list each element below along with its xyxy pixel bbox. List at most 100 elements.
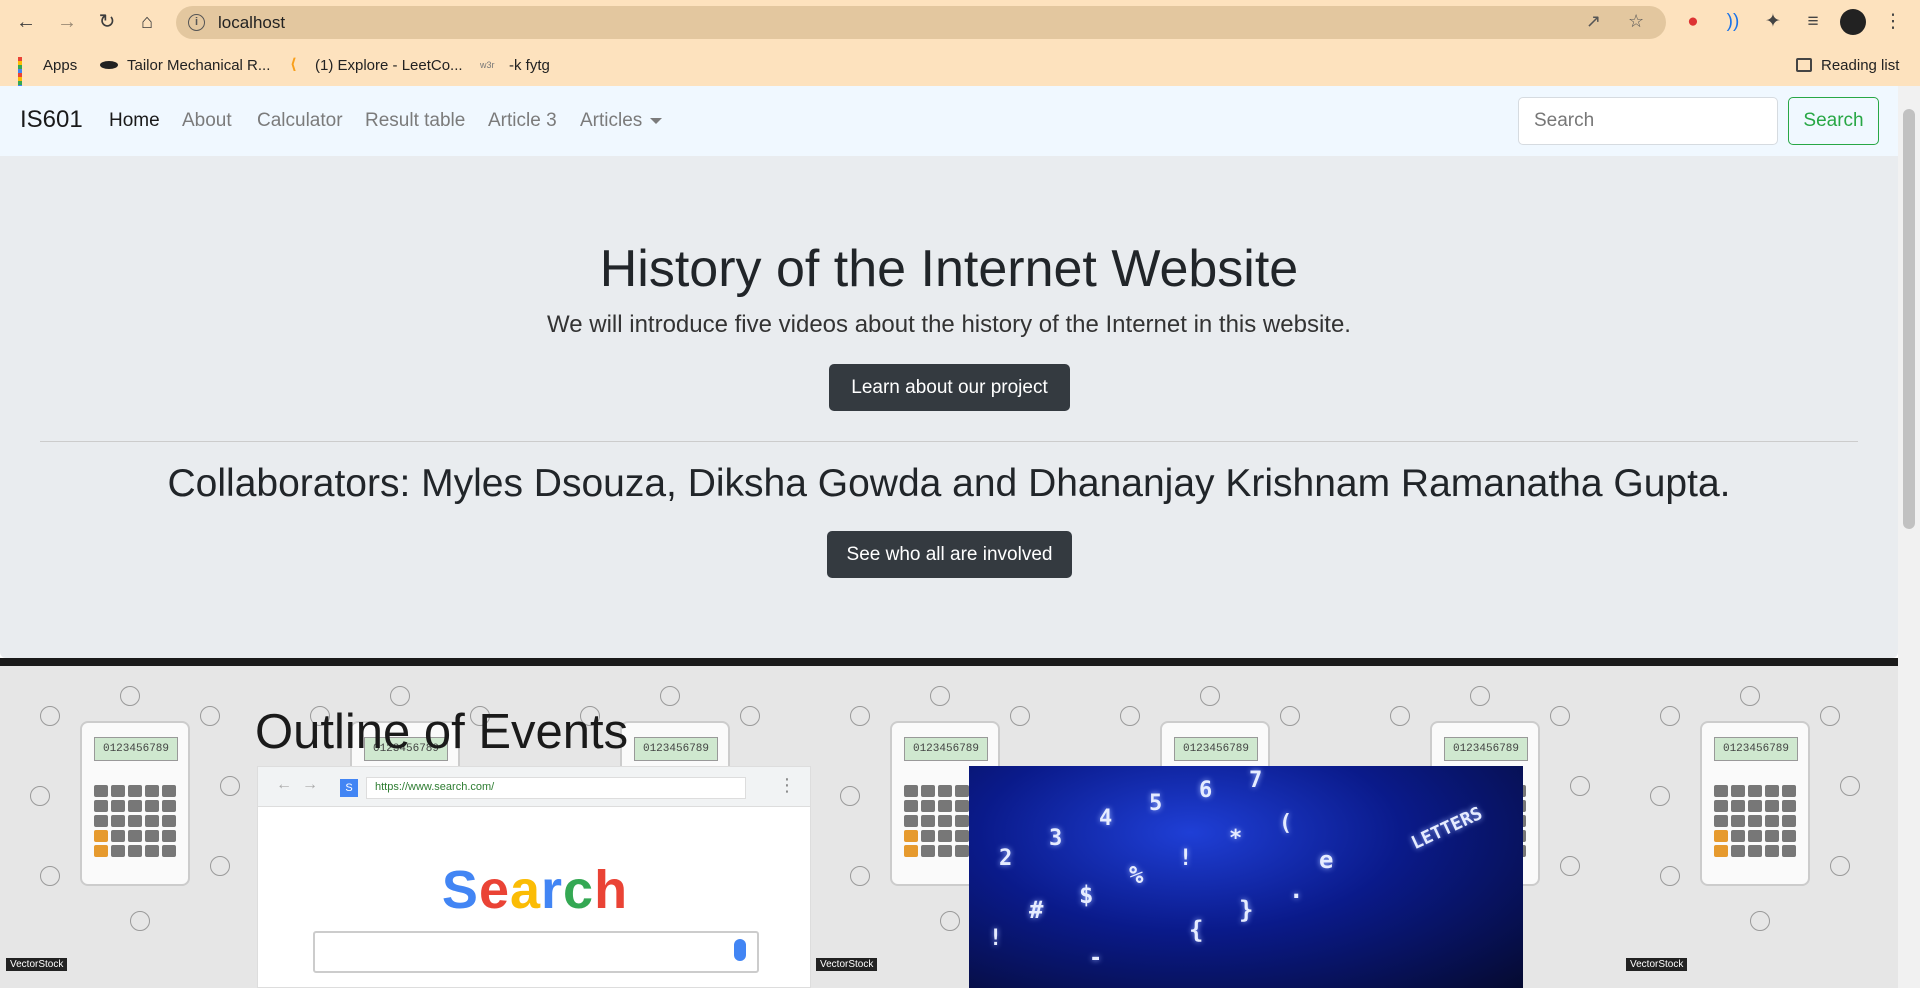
calculator-pattern-tile: 0123456789 VectorStock [0,666,270,971]
nav-link-about[interactable]: About [182,110,232,132]
jumbotron: History of the Internet Website We will … [0,156,1898,658]
search-logo-letter: e [478,860,510,920]
lead-text: We will introduce five videos about the … [547,311,1351,338]
watermark-text: VectorStock [1626,958,1688,971]
reload-icon[interactable]: ↻ [93,8,121,36]
doodle-icon [1470,686,1490,706]
calculator-display: 0123456789 [1444,737,1528,761]
search-input[interactable] [1518,97,1778,145]
nav-dropdown-label: Articles [580,110,643,131]
mock-site-icon: S [340,779,358,797]
navbar: IS601 Home About Calculator Result table… [0,86,1898,156]
search-logo-letter: S [441,860,479,920]
browser-toolbar: ← → ↻ ⌂ i localhost ↗ ☆ ● )) ✦ ≡ ⋮ [0,0,1920,44]
calculator-display: 0123456789 [1174,737,1258,761]
bookmark-w3r[interactable]: w3r -k fytg [480,53,550,77]
doodle-icon [1280,706,1300,726]
search-button[interactable]: Search [1788,97,1879,145]
menu-kebab-icon[interactable]: ⋮ [1880,9,1906,35]
doodle-icon [30,786,50,806]
site-info-icon[interactable]: i [188,14,205,31]
page-scrollbar[interactable] [1898,86,1920,988]
bookmark-leetcode[interactable]: ⟨ (1) Explore - LeetCo... [290,53,463,77]
doodle-icon [1740,686,1760,706]
back-icon[interactable]: ← [12,8,40,36]
scrollbar-thumb[interactable] [1903,109,1915,529]
keyboard-image: 2 3 4 5 6 7 # $ % ! * ( ! - { } . e LETT… [969,766,1523,988]
search-logo-letter: r [541,860,564,920]
address-url[interactable]: localhost [218,13,285,33]
doodle-icon [1750,911,1770,931]
forward-icon[interactable]: → [53,8,81,36]
search-engine-image: ← → S https://www.search.com/ ⋮ Search [257,766,811,988]
doodle-icon [1200,686,1220,706]
watermark-text: VectorStock [6,958,68,971]
nav-link-article-3[interactable]: Article 3 [488,110,557,132]
leetcode-icon: ⟨ [290,56,297,73]
calculator-display: 0123456789 [634,737,718,761]
mock-forward-icon: → [302,776,318,793]
doodle-icon [40,706,60,726]
browser-mock-bar: ← → S https://www.search.com/ ⋮ [258,767,810,807]
extension-read-aloud-icon[interactable]: )) [1720,9,1746,35]
doodle-icon [740,706,760,726]
bookmark-label: -k fytg [509,56,550,74]
doodle-icon [1570,776,1590,796]
nav-link-result-table[interactable]: Result table [365,110,465,132]
mock-menu-icon: ⋮ [778,775,796,795]
media-queue-icon[interactable]: ≡ [1800,9,1826,35]
bookmark-tailor[interactable]: Tailor Mechanical R... [100,53,270,77]
calculator-display: 0123456789 [1714,737,1798,761]
calculator-keys [1714,785,1798,857]
w3r-icon: w3r [480,60,495,70]
bookmark-label: Tailor Mechanical R... [127,56,271,74]
browser-chrome: ← → ↻ ⌂ i localhost ↗ ☆ ● )) ✦ ≡ ⋮ Apps … [0,0,1920,93]
doodle-icon [210,856,230,876]
doodle-icon [1560,856,1580,876]
calculator-display: 0123456789 [904,737,988,761]
watermark-text: VectorStock [816,958,878,971]
extension-santa-icon[interactable]: ● [1680,9,1706,35]
doodle-icon [220,776,240,796]
see-involved-button[interactable]: See who all are involved [827,531,1072,578]
nav-link-calculator[interactable]: Calculator [257,110,343,132]
doodle-icon [1660,706,1680,726]
doodle-icon [660,686,680,706]
tailor-logo-icon [100,61,118,69]
calculator-keys [94,785,178,857]
mock-url: https://www.search.com/ [366,777,746,799]
doodle-icon [1650,786,1670,806]
bookmark-star-icon[interactable]: ☆ [1628,11,1644,32]
calculator-pattern-tile: 0123456789 VectorStock [1620,666,1890,971]
mock-back-icon: ← [276,776,292,793]
background-top-stripe [0,658,1898,666]
bookmark-label: Apps [43,56,78,74]
divider [40,441,1858,442]
share-icon[interactable]: ↗ [1586,11,1601,32]
doodle-icon [840,786,860,806]
bookmark-label: (1) Explore - LeetCo... [315,56,463,74]
navbar-brand[interactable]: IS601 [20,106,83,134]
reading-list-icon [1796,58,1812,72]
learn-project-button[interactable]: Learn about our project [829,364,1070,411]
doodle-icon [930,686,950,706]
doodle-icon [1390,706,1410,726]
nav-dropdown-articles[interactable]: Articles [580,110,663,132]
web-page: IS601 Home About Calculator Result table… [0,86,1920,988]
profile-avatar[interactable] [1840,9,1866,35]
extensions-puzzle-icon[interactable]: ✦ [1760,9,1786,35]
reading-list-label: Reading list [1821,56,1900,74]
outline-section: 0123456789 VectorStock 0123456789 VectorSto… [0,658,1898,988]
doodle-icon [1010,706,1030,726]
doodle-icon [200,706,220,726]
address-bar[interactable]: i localhost ↗ ☆ [176,6,1666,39]
doodle-icon [1840,776,1860,796]
search-logo-letter: c [563,860,595,920]
doodle-icon [1830,856,1850,876]
search-logo-letter: a [509,860,542,920]
bookmark-apps[interactable]: Apps [18,53,78,93]
home-icon[interactable]: ⌂ [133,8,161,36]
doodle-icon [850,866,870,886]
nav-link-home[interactable]: Home [109,110,160,132]
reading-list[interactable]: Reading list [1796,53,1899,77]
